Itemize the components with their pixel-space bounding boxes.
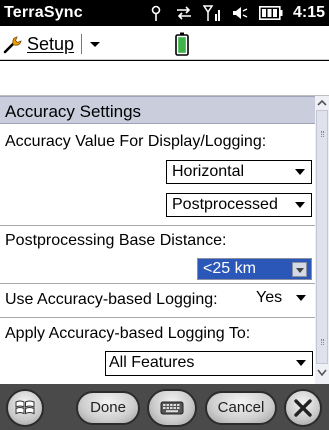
antenna-icon	[151, 5, 161, 21]
chevron-down-icon	[296, 360, 306, 366]
windows-start-button[interactable]	[6, 389, 44, 427]
use-logging-value: Yes	[256, 289, 283, 306]
use-logging-label: Use Accuracy-based Logging:	[5, 291, 218, 308]
sync-icon	[176, 6, 191, 20]
section-header: Accuracy Settings	[0, 96, 315, 124]
keyboard-icon	[160, 401, 184, 415]
vertical-scrollbar[interactable]	[315, 96, 329, 384]
apply-logging-value: All Features	[109, 354, 195, 371]
wrench-icon	[3, 36, 22, 54]
keyboard-button[interactable]	[147, 389, 197, 427]
accuracy-dimension-select[interactable]: Horizontal	[166, 160, 312, 184]
divider	[0, 283, 315, 284]
battery-icon	[258, 6, 283, 20]
scroll-up-icon[interactable]	[315, 96, 329, 110]
chevron-down-icon[interactable]	[88, 37, 102, 51]
base-distance-label: Postprocessing Base Distance:	[5, 232, 227, 249]
chevron-down-icon	[292, 262, 307, 277]
volume-icon	[232, 7, 248, 19]
setup-menu-button[interactable]: Setup	[3, 32, 102, 56]
close-icon	[294, 399, 312, 417]
base-distance-select[interactable]: <25 km	[197, 258, 312, 280]
accuracy-dimension-value: Horizontal	[172, 163, 245, 180]
use-logging-select[interactable]: Yes	[251, 287, 312, 311]
apply-logging-select[interactable]: All Features	[105, 351, 313, 376]
accuracy-mode-value: Postprocessed	[172, 196, 278, 213]
grip-icon	[321, 131, 324, 137]
divider	[0, 225, 315, 226]
setup-label: Setup	[27, 33, 75, 54]
section-title: Accuracy Settings	[5, 102, 142, 121]
close-button[interactable]	[284, 389, 322, 427]
grip-icon	[321, 339, 324, 345]
battery-status-icon[interactable]	[175, 32, 189, 56]
base-distance-value: <25 km	[203, 260, 256, 277]
chevron-down-icon	[295, 169, 305, 175]
bottom-softkey-bar: Done Cancel	[0, 384, 329, 430]
clock: 4:15	[292, 4, 325, 21]
scroll-down-icon[interactable]	[315, 364, 329, 382]
split-divider	[81, 34, 83, 54]
chevron-down-icon	[296, 295, 306, 301]
divider	[0, 317, 315, 318]
accuracy-value-label: Accuracy Value For Display/Logging:	[5, 133, 267, 150]
message-bar	[0, 61, 329, 96]
accuracy-mode-select[interactable]: Postprocessed	[166, 193, 312, 217]
app-title: TerraSync	[4, 4, 83, 21]
signal-icon	[202, 5, 220, 21]
windows-logo-icon	[15, 400, 35, 415]
cancel-button[interactable]: Cancel	[205, 391, 277, 425]
done-button[interactable]: Done	[76, 391, 140, 425]
scroll-thumb[interactable]	[316, 110, 328, 364]
status-bar: TerraSync 4:15	[0, 0, 329, 26]
chevron-down-icon	[295, 202, 305, 208]
status-icons: 4:15	[147, 3, 325, 23]
apply-logging-label: Apply Accuracy-based Logging To:	[5, 325, 251, 342]
toolbar: Setup	[0, 26, 329, 60]
accuracy-settings-form: Accuracy Settings Accuracy Value For Dis…	[0, 96, 329, 384]
